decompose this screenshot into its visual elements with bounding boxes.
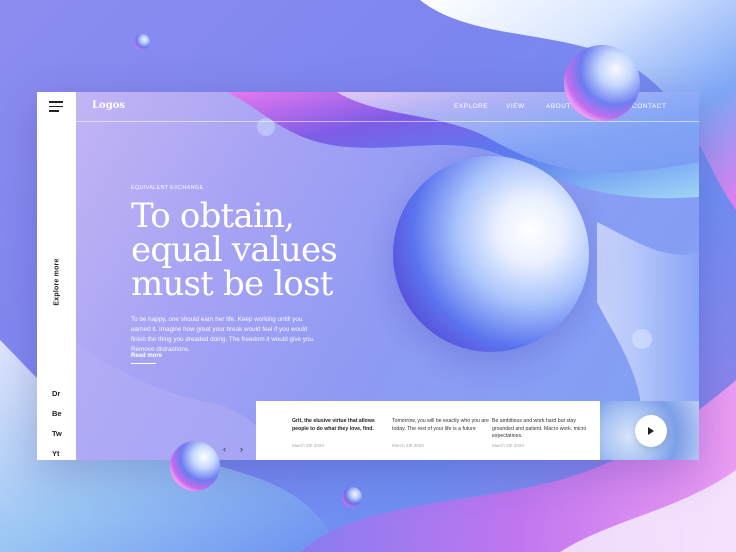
top-nav-bar: Logos EXPLORE VIEW ABOUT CONTACT bbox=[76, 92, 699, 122]
explore-more-link[interactable]: Explore more bbox=[54, 258, 61, 305]
hero-section: EQUIVALENT EXCHANGE To obtain, equal val… bbox=[131, 185, 371, 364]
chevron-left-icon[interactable]: ‹ bbox=[223, 444, 226, 454]
hero-sphere-graphic bbox=[393, 156, 589, 352]
chevron-right-icon[interactable]: › bbox=[240, 444, 243, 454]
headline-line: To obtain, bbox=[131, 196, 295, 236]
left-rail: Explore more Dr Be Tw Yt bbox=[37, 92, 76, 460]
nav-about[interactable]: ABOUT bbox=[546, 103, 571, 110]
play-icon[interactable] bbox=[635, 415, 667, 447]
hero-eyebrow: EQUIVALENT EXCHANGE bbox=[131, 185, 204, 191]
logo[interactable]: Logos bbox=[92, 100, 125, 111]
social-behance-link[interactable]: Be bbox=[37, 404, 76, 424]
card-text: Tomorrow, you will be exactly who you ar… bbox=[392, 418, 489, 432]
read-more-underline bbox=[131, 363, 156, 364]
article-card[interactable]: Be ambitious and work hard but stay grou… bbox=[492, 401, 592, 460]
nav-explore[interactable]: EXPLORE bbox=[454, 103, 488, 110]
hero-body-text: To be happy, one should earn her life. K… bbox=[131, 316, 315, 353]
social-links: Dr Be Tw Yt bbox=[37, 384, 76, 460]
headline-line: equal values bbox=[131, 230, 338, 270]
card-date: March 4th 2020 bbox=[392, 443, 424, 448]
card-date: March 3th 2020 bbox=[492, 443, 524, 448]
social-youtube-link[interactable]: Yt bbox=[37, 444, 76, 460]
card-date: March 5th 2020 bbox=[292, 443, 324, 448]
article-card[interactable]: Grit, the elusive virtue that allows peo… bbox=[292, 401, 392, 460]
read-more-link[interactable]: Read more bbox=[131, 353, 162, 359]
hero-headline: To obtain, equal values must be lost bbox=[131, 199, 371, 301]
social-dribbble-link[interactable]: Dr bbox=[37, 384, 76, 404]
headline-line: must be lost bbox=[131, 264, 333, 304]
video-thumbnail[interactable] bbox=[600, 401, 699, 460]
card-text: Be ambitious and work hard but stay grou… bbox=[492, 418, 587, 439]
browser-frame: Explore more Dr Be Tw Yt Logos EXPLORE V… bbox=[37, 92, 699, 460]
hamburger-menu-icon[interactable] bbox=[49, 101, 63, 113]
nav-view[interactable]: VIEW bbox=[506, 103, 525, 110]
article-cards: Grit, the elusive virtue that allows peo… bbox=[256, 401, 600, 460]
article-card[interactable]: Tomorrow, you will be exactly who you ar… bbox=[392, 401, 492, 460]
nav-contact[interactable]: CONTACT bbox=[632, 103, 666, 110]
card-text: Grit, the elusive virtue that allows peo… bbox=[292, 418, 375, 432]
social-twitter-link[interactable]: Tw bbox=[37, 424, 76, 444]
